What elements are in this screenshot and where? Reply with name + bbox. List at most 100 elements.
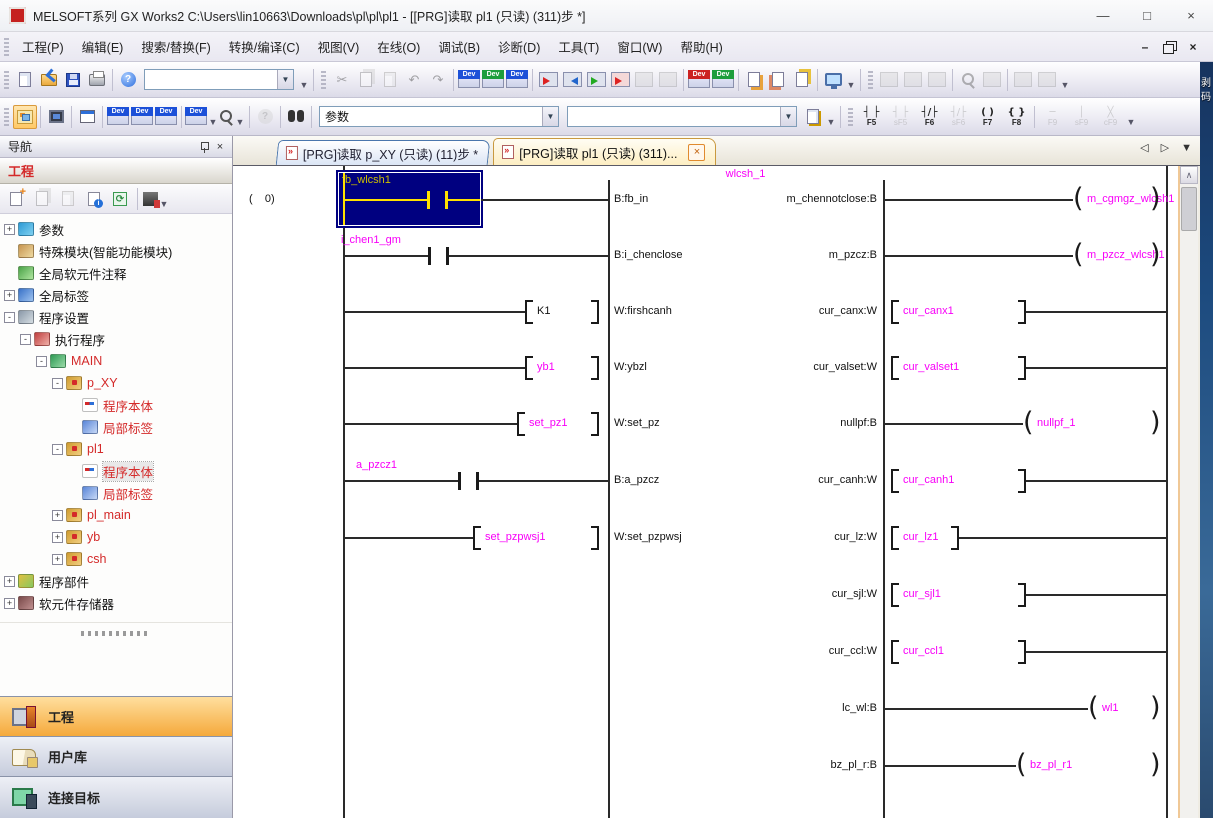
tab-list-icon[interactable]: ▼ [1181, 142, 1192, 154]
nav-paste-button[interactable] [56, 187, 80, 211]
window-arrange-button[interactable] [790, 68, 814, 92]
new-project-button[interactable] [13, 68, 37, 92]
write-to-plc-button[interactable]: Dev [457, 68, 481, 92]
contact-operand[interactable]: a_pzcz1 [356, 459, 397, 471]
cut-button[interactable]: ✂ [330, 68, 354, 92]
nav-close-icon[interactable]: × [212, 139, 228, 155]
menu-tool[interactable]: 工具(T) [549, 33, 608, 60]
tree-item-main[interactable]: -MAIN [0, 350, 232, 372]
tree-item-pl1-body[interactable]: 程序本体 [0, 460, 232, 482]
menu-find-replace[interactable]: 搜索/替换(F) [132, 33, 219, 60]
toolbar-overflow-icon[interactable]: ▼ [1125, 105, 1137, 129]
expand-icon[interactable]: + [52, 554, 63, 565]
tree-item-exec-program[interactable]: -执行程序 [0, 328, 232, 350]
fb-output-port[interactable]: cur_canh:W [713, 474, 877, 486]
tab-scroll-right-icon[interactable]: ▷ [1161, 141, 1169, 154]
coil-operand[interactable]: nullpf_1 [1037, 417, 1076, 429]
source-operand[interactable]: set_pzpwsj1 [485, 531, 546, 543]
coil-operand[interactable]: m_cgmgz_wlcsh1 [1087, 193, 1174, 205]
tree-item-device-memory[interactable]: +软元件存储器 [0, 592, 232, 614]
tab-pl1[interactable]: [PRG]读取 pl1 (只读) (311)... × [493, 138, 716, 165]
menu-diagnostics[interactable]: 诊断(D) [489, 33, 549, 60]
target-operand[interactable]: cur_canx1 [903, 305, 954, 317]
fb-output-port[interactable]: cur_canx:W [713, 305, 877, 317]
target-operand[interactable]: cur_lz1 [903, 531, 938, 543]
watch-pulse-button[interactable] [925, 68, 949, 92]
menu-edit[interactable]: 编辑(E) [73, 33, 133, 60]
tree-item-program-setting[interactable]: -程序设置 [0, 306, 232, 328]
fb-input-port[interactable]: B:i_chenclose [614, 249, 683, 261]
module-configuration-button[interactable] [44, 105, 68, 129]
menu-project[interactable]: 工程(P) [13, 33, 73, 60]
menu-window[interactable]: 窗口(W) [608, 33, 671, 60]
nav-new-data-button[interactable] [4, 187, 28, 211]
paste-button[interactable] [378, 68, 402, 92]
print-button[interactable] [85, 68, 109, 92]
tree-item-program-parts[interactable]: +程序部件 [0, 570, 232, 592]
mdi-restore-button[interactable] [1159, 38, 1179, 56]
device-combobox[interactable]: ▼ [567, 106, 797, 127]
device-tree-button[interactable]: Dev [154, 105, 178, 129]
fb-output-port[interactable]: cur_sjl:W [713, 588, 877, 600]
fb-output-port[interactable]: cur_ccl:W [713, 645, 877, 657]
toolbar-grip[interactable] [848, 108, 853, 126]
toolbar-grip[interactable] [321, 71, 326, 89]
ladder-canvas[interactable]: wlcsh_1 ( 0) fb_wlcsh1 B:fb_in i_ [233, 166, 1178, 818]
window-tile-button[interactable] [766, 68, 790, 92]
cross-reference-button[interactable]: ▼ [219, 105, 246, 129]
standard-combobox[interactable]: ▼ [144, 69, 294, 90]
target-operand[interactable]: cur_sjl1 [903, 588, 941, 600]
monitor-watch-start-button[interactable] [584, 68, 608, 92]
tab-scroll-left-icon[interactable]: ◁ [1140, 141, 1148, 154]
open-project-button[interactable] [37, 68, 61, 92]
mdi-minimize-button[interactable]: – [1135, 38, 1155, 56]
fb-output-port[interactable]: lc_wl:B [713, 702, 877, 714]
page-find-button[interactable] [801, 105, 825, 129]
tab-p-xy[interactable]: [PRG]读取 p_XY (只读) (11)步 * [276, 140, 491, 165]
redo-button[interactable]: ↷ [426, 68, 450, 92]
combo-dropdown-icon[interactable]: ▼ [780, 107, 796, 126]
toolbar-overflow-icon[interactable]: ▼ [298, 68, 310, 92]
ladder-symbol-sf9-button[interactable]: │sF9 [1067, 103, 1096, 131]
source-operand[interactable]: K1 [537, 305, 550, 317]
fb-input-port[interactable]: B:a_pzcz [614, 474, 659, 486]
toolbar-overflow-icon[interactable]: ▼ [845, 68, 857, 92]
read-from-plc-button[interactable]: Dev [481, 68, 505, 92]
watch-delete-button[interactable] [1035, 68, 1059, 92]
toolbar-grip[interactable] [4, 71, 9, 89]
contact-operand[interactable]: i_chen1_gm [341, 234, 401, 246]
expand-icon[interactable]: + [4, 290, 15, 301]
tree-item-global-comment[interactable]: 全局软元件注释 [0, 262, 232, 284]
expand-icon[interactable]: - [20, 334, 31, 345]
fb-output-port[interactable]: m_pzcz:B [713, 249, 877, 261]
monitor-condition2-button[interactable] [656, 68, 680, 92]
expand-icon[interactable]: + [4, 576, 15, 587]
combo-dropdown-icon[interactable]: ▼ [277, 70, 293, 89]
monitor-start-button[interactable] [536, 68, 560, 92]
device-test-button[interactable]: Dev [711, 68, 735, 92]
ladder-symbol-cf9-button[interactable]: ╳cF9 [1096, 103, 1125, 131]
ladder-symbol-f6-button[interactable]: ┤/├F6 [915, 103, 944, 131]
selected-cell[interactable]: fb_wlcsh1 [338, 172, 481, 226]
expand-icon[interactable]: + [52, 510, 63, 521]
expand-icon[interactable]: + [52, 532, 63, 543]
expand-icon[interactable]: + [4, 224, 15, 235]
mdi-close-button[interactable]: × [1183, 38, 1203, 56]
tree-item-p-xy[interactable]: -p_XY [0, 372, 232, 394]
splitter-grip[interactable] [81, 631, 151, 636]
maximize-button[interactable]: □ [1125, 0, 1169, 31]
target-operand[interactable]: cur_valset1 [903, 361, 959, 373]
tree-item-yb[interactable]: +yb [0, 526, 232, 548]
tree-item-p-xy-local-label[interactable]: 局部标签 [0, 416, 232, 438]
program-list-button[interactable] [75, 105, 99, 129]
tree-item-pl1-local-label[interactable]: 局部标签 [0, 482, 232, 504]
ladder-symbol-f8-button[interactable]: { }F8 [1002, 103, 1031, 131]
minimize-button[interactable]: — [1081, 0, 1125, 31]
device-memory-button[interactable]: Dev [130, 105, 154, 129]
toolbar-overflow-icon[interactable]: ▼ [825, 105, 837, 129]
pin-icon[interactable] [196, 139, 212, 155]
tree-item-pl-main[interactable]: +pl_main [0, 504, 232, 526]
fb-input-port[interactable]: W:firshcanh [614, 305, 672, 317]
expand-icon[interactable]: + [4, 598, 15, 609]
nav-copy-button[interactable] [30, 187, 54, 211]
